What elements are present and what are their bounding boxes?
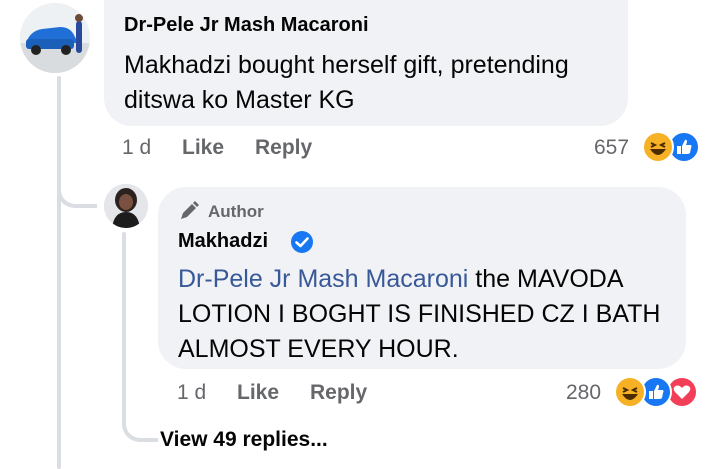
avatar[interactable] bbox=[104, 184, 148, 228]
reaction-count[interactable]: 657 bbox=[594, 136, 629, 160]
reaction-count[interactable]: 280 bbox=[566, 381, 601, 405]
reply-actions: 1 d Like Reply bbox=[0, 381, 720, 407]
author-badge-label: Author bbox=[208, 202, 264, 221]
mention-link[interactable]: Dr-Pele Jr Mash Macaroni bbox=[178, 265, 468, 293]
view-replies-link[interactable]: View 49 replies... bbox=[160, 428, 328, 452]
like-button[interactable]: Like bbox=[237, 381, 279, 405]
verified-badge-icon bbox=[291, 231, 313, 253]
reply-text-line: LOTION I BOGHT IS FINISHED CZ I BATH bbox=[178, 300, 661, 328]
pen-icon bbox=[181, 201, 199, 219]
comment-author-name[interactable]: Dr-Pele Jr Mash Macaroni bbox=[124, 14, 369, 37]
thread-connector bbox=[57, 186, 97, 208]
comment-timestamp[interactable]: 1 d bbox=[122, 136, 151, 160]
haha-icon[interactable] bbox=[614, 376, 646, 408]
haha-icon[interactable] bbox=[642, 131, 674, 163]
reply-text-fragment: the MAVODA bbox=[468, 265, 624, 293]
avatar[interactable] bbox=[20, 3, 90, 73]
comment-text-line: ditswa ko Master KG bbox=[124, 86, 355, 114]
reply-timestamp[interactable]: 1 d bbox=[177, 381, 206, 405]
reply-button[interactable]: Reply bbox=[255, 136, 312, 160]
reply-button[interactable]: Reply bbox=[310, 381, 367, 405]
reply-author-name[interactable]: Makhadzi bbox=[178, 230, 268, 253]
reply-text-line: ALMOST EVERY HOUR. bbox=[178, 335, 459, 363]
reply-text-line: Dr-Pele Jr Mash Macaroni the MAVODA bbox=[178, 262, 624, 297]
like-button[interactable]: Like bbox=[182, 136, 224, 160]
comment-text-line: Makhadzi bought herself gift, pretending bbox=[124, 51, 569, 79]
thread-line bbox=[57, 76, 61, 469]
